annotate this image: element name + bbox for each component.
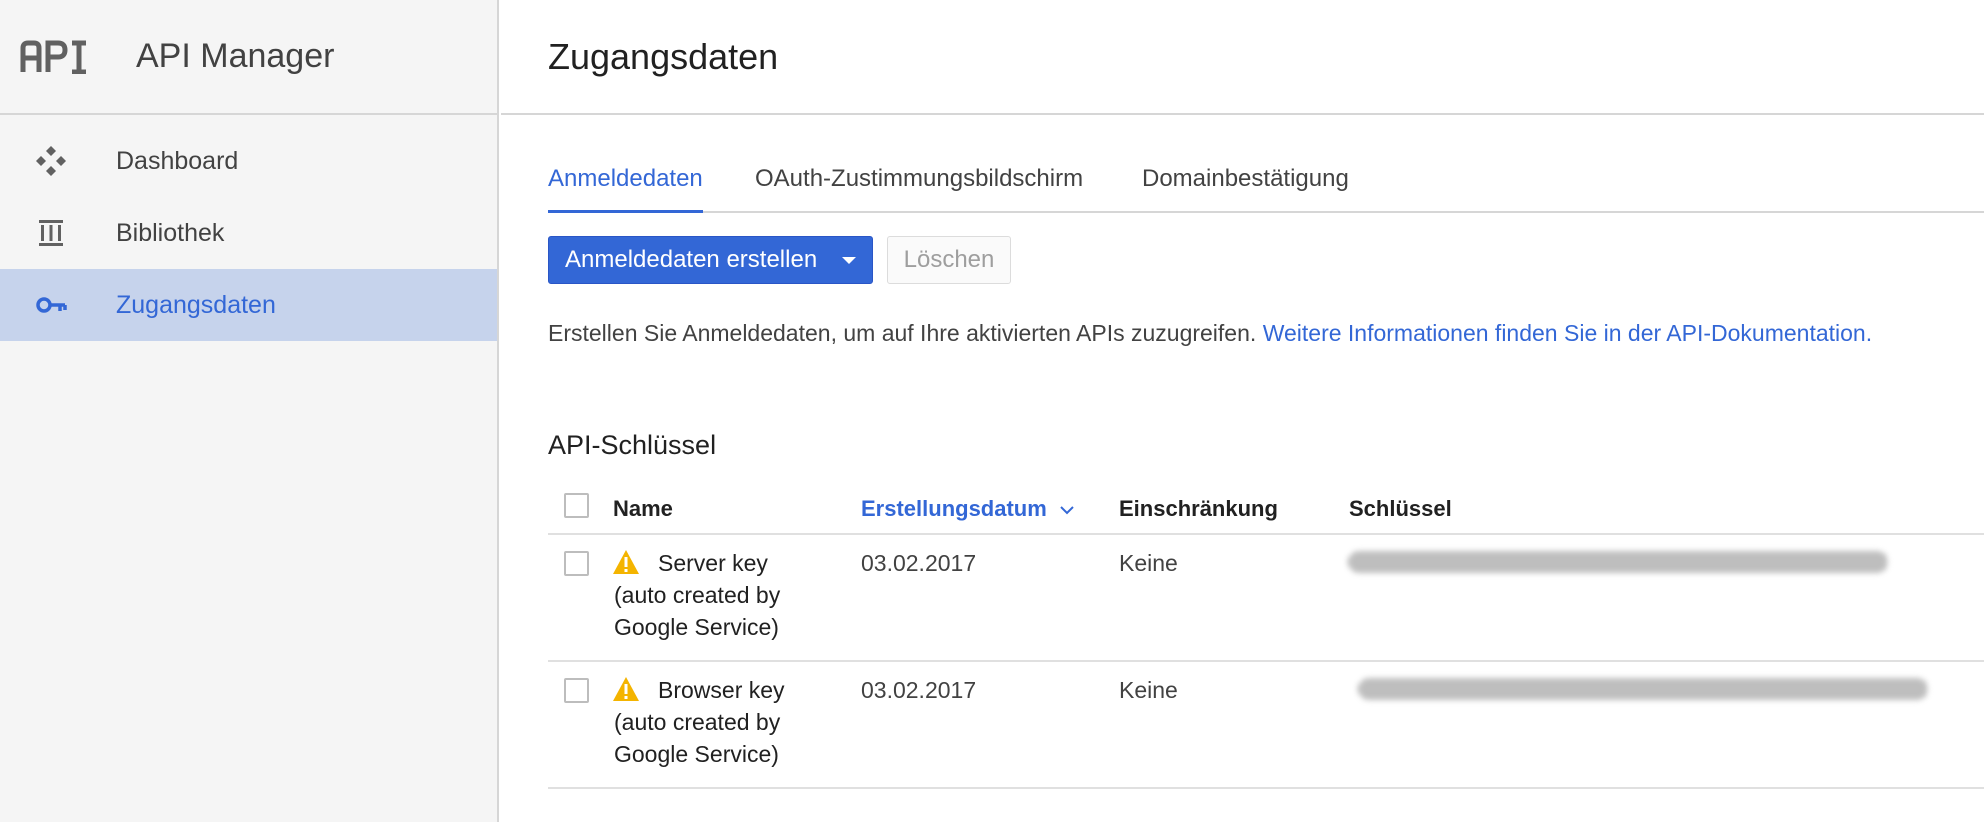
sidebar-nav: Dashboard Bibliothek Zugangsdaten: [0, 125, 497, 341]
tab-oauth[interactable]: OAuth-Zustimmungsbildschirm: [755, 165, 1083, 213]
key-name[interactable]: Browser key (auto created by Google Serv…: [614, 674, 824, 770]
key-value-redacted: [1348, 551, 1888, 573]
documentation-link[interactable]: Weitere Informationen finden Sie in der …: [1263, 320, 1872, 346]
select-all-checkbox[interactable]: [564, 493, 589, 518]
create-credentials-button[interactable]: Anmeldedaten erstellen: [548, 236, 873, 284]
page-title: Zugangsdaten: [548, 35, 779, 77]
key-date: 03.02.2017: [861, 550, 977, 576]
create-credentials-label: Anmeldedaten erstellen: [565, 246, 818, 273]
key-date: 03.02.2017: [861, 677, 977, 703]
api-logo-icon: [20, 40, 86, 74]
sidebar-header: API Manager: [0, 0, 497, 115]
sidebar: API Manager Dashboard Bibliothek Zugangs…: [0, 0, 499, 822]
key-value-redacted: [1358, 678, 1928, 700]
column-header-date[interactable]: Erstellungsdatum: [861, 496, 1075, 522]
api-keys-table: Name Erstellungsdatum Einschränkung Schl…: [548, 480, 1984, 789]
column-header-key[interactable]: Schlüssel: [1349, 496, 1452, 522]
info-text: Erstellen Sie Anmeldedaten, um auf Ihre …: [548, 320, 1257, 346]
table-row[interactable]: Browser key (auto created by Google Serv…: [548, 662, 1984, 789]
sidebar-item-label: Dashboard: [116, 146, 239, 175]
column-header-name[interactable]: Name: [613, 496, 673, 522]
sidebar-item-bibliothek[interactable]: Bibliothek: [0, 197, 497, 269]
dropdown-caret-icon: [842, 257, 856, 264]
column-header-restriction[interactable]: Einschränkung: [1119, 496, 1278, 522]
page-header: Zugangsdaten: [501, 0, 1984, 115]
sidebar-item-dashboard[interactable]: Dashboard: [0, 125, 497, 197]
row-checkbox[interactable]: [564, 678, 589, 703]
sort-descending-icon: [1060, 506, 1074, 515]
key-restriction: Keine: [1119, 677, 1178, 703]
table-header: Name Erstellungsdatum Einschränkung Schl…: [548, 480, 1984, 535]
tab-anmeldedaten[interactable]: Anmeldedaten: [548, 165, 703, 213]
key-name[interactable]: Server key (auto created by Google Servi…: [614, 547, 824, 643]
info-text-block: Erstellen Sie Anmeldedaten, um auf Ihre …: [548, 320, 1872, 347]
table-row[interactable]: Server key (auto created by Google Servi…: [548, 535, 1984, 662]
sidebar-item-label: Bibliothek: [116, 218, 225, 247]
tab-domainbestaetigung[interactable]: Domainbestätigung: [1142, 165, 1349, 213]
sidebar-item-zugangsdaten[interactable]: Zugangsdaten: [0, 269, 497, 341]
dashboard-icon: [36, 146, 66, 176]
key-restriction: Keine: [1119, 550, 1178, 576]
app-title: API Manager: [136, 37, 335, 75]
key-icon: [36, 297, 67, 313]
row-checkbox[interactable]: [564, 551, 589, 576]
main-content: Zugangsdaten Anmeldedaten OAuth-Zustimmu…: [501, 0, 1984, 822]
section-title: API-Schlüssel: [548, 430, 717, 460]
column-header-date-label: Erstellungsdatum: [861, 496, 1047, 521]
delete-button: Löschen: [887, 236, 1011, 284]
tab-bar: Anmeldedaten OAuth-Zustimmungsbildschirm…: [548, 155, 1984, 213]
sidebar-item-label: Zugangsdaten: [116, 290, 276, 319]
library-icon: [39, 220, 63, 246]
